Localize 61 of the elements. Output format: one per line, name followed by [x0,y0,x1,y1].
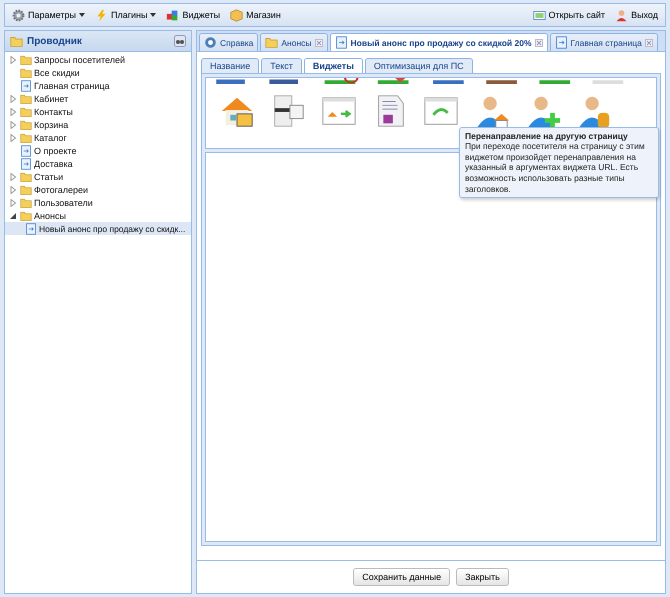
tab[interactable]: Виджеты [304,58,363,73]
tree-item[interactable]: Анонсы [5,209,191,222]
tree-item[interactable]: Все скидки [5,66,191,79]
toolbar-button[interactable]: Виджеты [163,8,224,22]
panel-title: Проводник [27,36,83,46]
gear-icon [12,8,25,22]
tab[interactable]: Название [201,58,260,73]
folder-icon [20,92,32,104]
person-icon [615,8,628,22]
tab[interactable]: Текст [261,58,302,73]
footer-button[interactable]: Закрыть [456,568,509,586]
monitor-icon [532,8,546,22]
close-icon[interactable] [314,38,323,46]
expander-icon[interactable] [9,212,17,220]
tooltip-title: Перенаправление на другую страницу [465,131,629,141]
tree-item[interactable]: Статьи [5,170,191,183]
tooltip-text: При переходе посетителя на страницу с этим виджетом произойдет перенаправления на указанный в аргументах виджета URL. Есть возможность использовать разные типы заголовков. [465,141,646,194]
page-icon [20,80,32,92]
tree-item[interactable]: Доставка [5,157,191,170]
toolbar-button[interactable]: Выход [612,8,661,22]
tree-item[interactable]: Кабинет [5,92,191,105]
tab[interactable]: Новый анонс про продажу со скидкой 20% [330,33,548,51]
folder-icon [20,106,32,118]
toolbar-button[interactable]: Плагины [92,8,160,22]
page-icon [334,36,348,49]
binoculars-icon[interactable] [174,35,186,47]
tree-item[interactable]: Главная страница [5,79,191,92]
page-icon [20,158,32,170]
toolbar-button[interactable]: Параметры [9,8,88,22]
folder-icon [20,132,32,144]
tab[interactable]: Справка [199,33,258,51]
tree-item[interactable]: О проекте [5,144,191,157]
folder-icon [20,184,32,196]
tab[interactable]: Анонсы [260,33,328,51]
box-icon [230,8,244,22]
tree-item[interactable]: Каталог [5,131,191,144]
page-icon [554,36,568,49]
close-icon[interactable] [534,38,543,46]
tree-item[interactable]: Корзина [5,118,191,131]
lightning-icon [94,8,108,22]
tree-item[interactable]: Запросы посетителей [5,53,191,66]
tree-item[interactable]: Новый анонс про продажу со скидк... [5,222,191,235]
folder-icon [10,34,23,48]
folder-icon [20,66,32,78]
folder-icon [265,36,278,49]
folder-icon [20,170,32,182]
tree-item[interactable]: Фотогалереи [5,183,191,196]
tab[interactable]: Главная страница [550,33,658,51]
close-icon[interactable] [644,38,653,46]
toolbar-button[interactable]: Магазин [227,8,284,22]
help-icon [204,36,217,49]
tab[interactable]: Оптимизация для ПС [364,58,473,73]
blocks-icon [166,8,180,22]
folder-icon [20,118,32,130]
folder-icon [20,196,32,208]
page-icon [25,222,37,234]
page-icon [20,144,32,156]
toolbar-button[interactable]: Открыть сайт [530,8,608,22]
tree-item[interactable]: Пользователи [5,196,191,209]
tree-item[interactable]: Контакты [5,105,191,118]
footer-button[interactable]: Сохранить данные [353,568,450,586]
